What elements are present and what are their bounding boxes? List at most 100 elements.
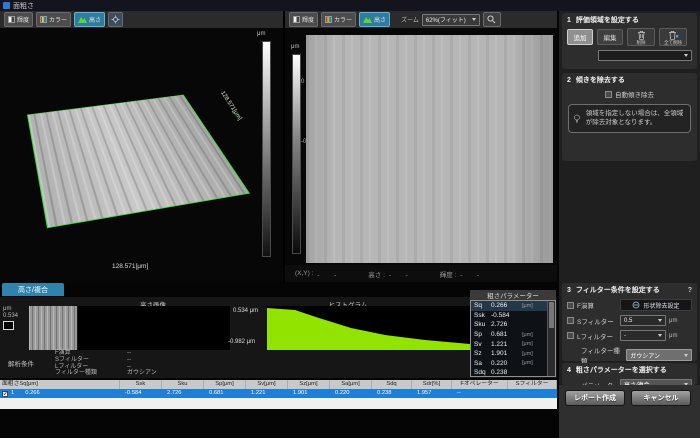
f-operation-checkbox[interactable] <box>567 302 574 309</box>
hint-text: 領域を指定しない場合は、全領域が除去対象となります。 <box>586 110 686 127</box>
parameter-row[interactable]: Sa0.220[μm] <box>471 359 555 369</box>
app-icon <box>3 2 10 9</box>
region-add-button[interactable]: 追加 <box>567 29 593 45</box>
height-image-thumbnail[interactable] <box>29 306 77 350</box>
cancel-button[interactable]: キャンセル <box>631 390 691 406</box>
color-view-button[interactable]: カラー <box>36 12 71 27</box>
step1-number: 1 <box>567 17 571 24</box>
parameter-row[interactable]: Sp0.681[μm] <box>471 330 555 340</box>
lightbulb-icon <box>573 111 581 127</box>
l-filter-checkbox[interactable] <box>567 332 574 339</box>
search-icon <box>487 15 496 24</box>
color-view-button-2d[interactable]: カラー <box>321 12 356 27</box>
window-title: 面粗さ <box>13 1 34 11</box>
xy-label: (X,Y) : <box>295 270 313 277</box>
chevron-down-icon <box>472 18 476 21</box>
s-filter-checkbox[interactable] <box>567 317 574 324</box>
region-edit-button[interactable]: 編集 <box>597 29 623 45</box>
region-delete-button[interactable]: 削除 <box>627 28 655 46</box>
row-sq-value: 0.266 <box>25 389 40 398</box>
magnifier-button[interactable] <box>483 12 501 27</box>
parameter-row[interactable]: Sq0.266[μm] <box>471 301 555 311</box>
height-colorbar-3d <box>262 41 271 257</box>
zoom-select[interactable]: 62%(フィット) <box>422 14 480 26</box>
height-view-button[interactable]: 高さ <box>74 12 105 27</box>
roughness-parameters-list: Sq0.266[μm] Ssk-0.584 Sku2.726 Sp0.681[μ… <box>470 300 556 377</box>
roughness-parameters-title: 粗さパラメーター <box>470 290 556 300</box>
scrollbar-thumb[interactable] <box>549 302 554 328</box>
analysis-row: F演算-- <box>55 350 157 357</box>
chevron-down-icon <box>658 319 662 322</box>
row-checkbox[interactable] <box>2 391 8 397</box>
zoom-value: 62%(フィット) <box>426 15 466 24</box>
viewer-3d-panel: 輝度 カラー 高さ μm 128.571[μm] 128.571[μm] <box>0 11 285 282</box>
s-filter-select[interactable]: 0.5 <box>620 315 666 326</box>
histogram-shape <box>267 306 470 350</box>
shape-removal-settings-button[interactable]: 形状除去設定 <box>620 299 692 311</box>
step1-title: 評価領域を設定する <box>576 15 639 25</box>
hint-box: 領域を指定しない場合は、全領域が除去対象となります。 <box>568 104 691 133</box>
titlebar: 面粗さ <box>0 0 700 11</box>
viewer-2d-panel: 輝度 カラー 高さ ズーム 62%(フィット) μm 0 -0.5 <box>285 11 557 282</box>
colorbar-unit-label-2d: μm <box>291 44 299 50</box>
app-window: 面粗さ 輝度 カラー 高さ μm 128.571[μm] 128.571[μm] <box>0 0 700 438</box>
step3-title: フィルター条件を設定する <box>576 285 660 295</box>
zoom-label: ズーム <box>401 15 419 24</box>
analysis-conditions-title: 解析条件 <box>8 358 34 368</box>
view-settings-button[interactable] <box>108 12 123 27</box>
height-label: 高さ <box>374 15 386 24</box>
create-report-button[interactable]: レポート作成 <box>565 390 625 406</box>
roughness-parameters-panel: 粗さパラメーター Sq0.266[μm] Ssk-0.584 Sku2.726 … <box>470 290 556 377</box>
colorbar-tick-0: 0 <box>301 79 304 85</box>
tab-height-composite[interactable]: 高さ/複合 <box>2 283 64 296</box>
2d-surface-image[interactable] <box>306 35 553 263</box>
table-row[interactable]: 1 0.266 -0.584 2.726 0.681 1.221 1.901 0… <box>0 389 557 398</box>
height-status-label: 高さ : <box>368 269 385 279</box>
shape-removal-label: 形状除去設定 <box>643 301 679 310</box>
region-select[interactable] <box>598 50 692 61</box>
l-filter-select[interactable]: - <box>620 330 666 341</box>
filter-type-select[interactable]: ガウシアン <box>626 349 692 361</box>
s-filter-unit: μm <box>669 318 677 324</box>
mountain-icon <box>363 16 372 23</box>
help-icon[interactable]: ? <box>688 287 692 294</box>
colorbar-unit-label-3d: μm <box>257 31 265 37</box>
region-delete-all-button[interactable]: 全て削除 <box>659 28 687 46</box>
parameter-row[interactable]: Sdq0.238 <box>471 368 555 377</box>
l-filter-value: - <box>624 333 626 339</box>
step4-parameter-section: 4 粗さパラメーターを選択する パラメータ 高さ/複合 <box>562 363 697 385</box>
luminance-view-button[interactable]: 輝度 <box>4 12 33 27</box>
filter-type-label: フィルター種類 <box>581 345 623 365</box>
workflow-panel: 1 評価領域を設定する 追加 編集 削除 全て削除 <box>559 11 700 438</box>
luminance-view-button-2d[interactable]: 輝度 <box>289 12 318 27</box>
step2-tilt-section: 2 傾きを除去する 自動傾き除去 領域を指定しない場合は、全領域が除去対象となり… <box>562 73 697 161</box>
gear-icon <box>111 15 120 24</box>
height-view-button-2d[interactable]: 高さ <box>359 12 390 27</box>
auto-tilt-label: 自動傾き除去 <box>615 89 654 99</box>
color-label: カラー <box>49 15 67 24</box>
parameter-row[interactable]: Ssk-0.584 <box>471 311 555 321</box>
height-status-value: - - <box>389 269 412 279</box>
histogram-min-label: -0.982 μm <box>228 339 255 345</box>
luminance-status-label: 輝度 : <box>440 269 457 279</box>
auto-tilt-checkbox[interactable] <box>605 91 612 98</box>
color-icon <box>325 16 332 23</box>
luminance-icon <box>293 16 300 23</box>
parameter-row[interactable]: Sv1.221[μm] <box>471 339 555 349</box>
filter-type-value: ガウシアン <box>630 351 660 360</box>
xy-value: - - <box>317 269 340 279</box>
step2-number: 2 <box>567 77 571 84</box>
step2-title: 傾きを除去する <box>576 75 625 85</box>
mountain-icon <box>78 16 87 23</box>
color-label: カラー <box>334 15 352 24</box>
luminance-icon <box>8 16 15 23</box>
step3-filter-section: 3 フィルター条件を設定する ? F演算 形状除去設定 Sフィルター <box>562 283 697 361</box>
step4-number: 4 <box>567 367 571 374</box>
legend-value: 0.534 <box>3 313 18 319</box>
parameter-row[interactable]: Sku2.726 <box>471 320 555 330</box>
chevron-down-icon <box>658 334 662 337</box>
parameters-scrollbar[interactable] <box>547 301 555 376</box>
viewer-2d-toolbar: 輝度 カラー 高さ ズーム 62%(フィット) <box>285 11 557 28</box>
3d-surface-view[interactable] <box>27 95 250 229</box>
parameter-row[interactable]: Sz1.901[μm] <box>471 349 555 359</box>
